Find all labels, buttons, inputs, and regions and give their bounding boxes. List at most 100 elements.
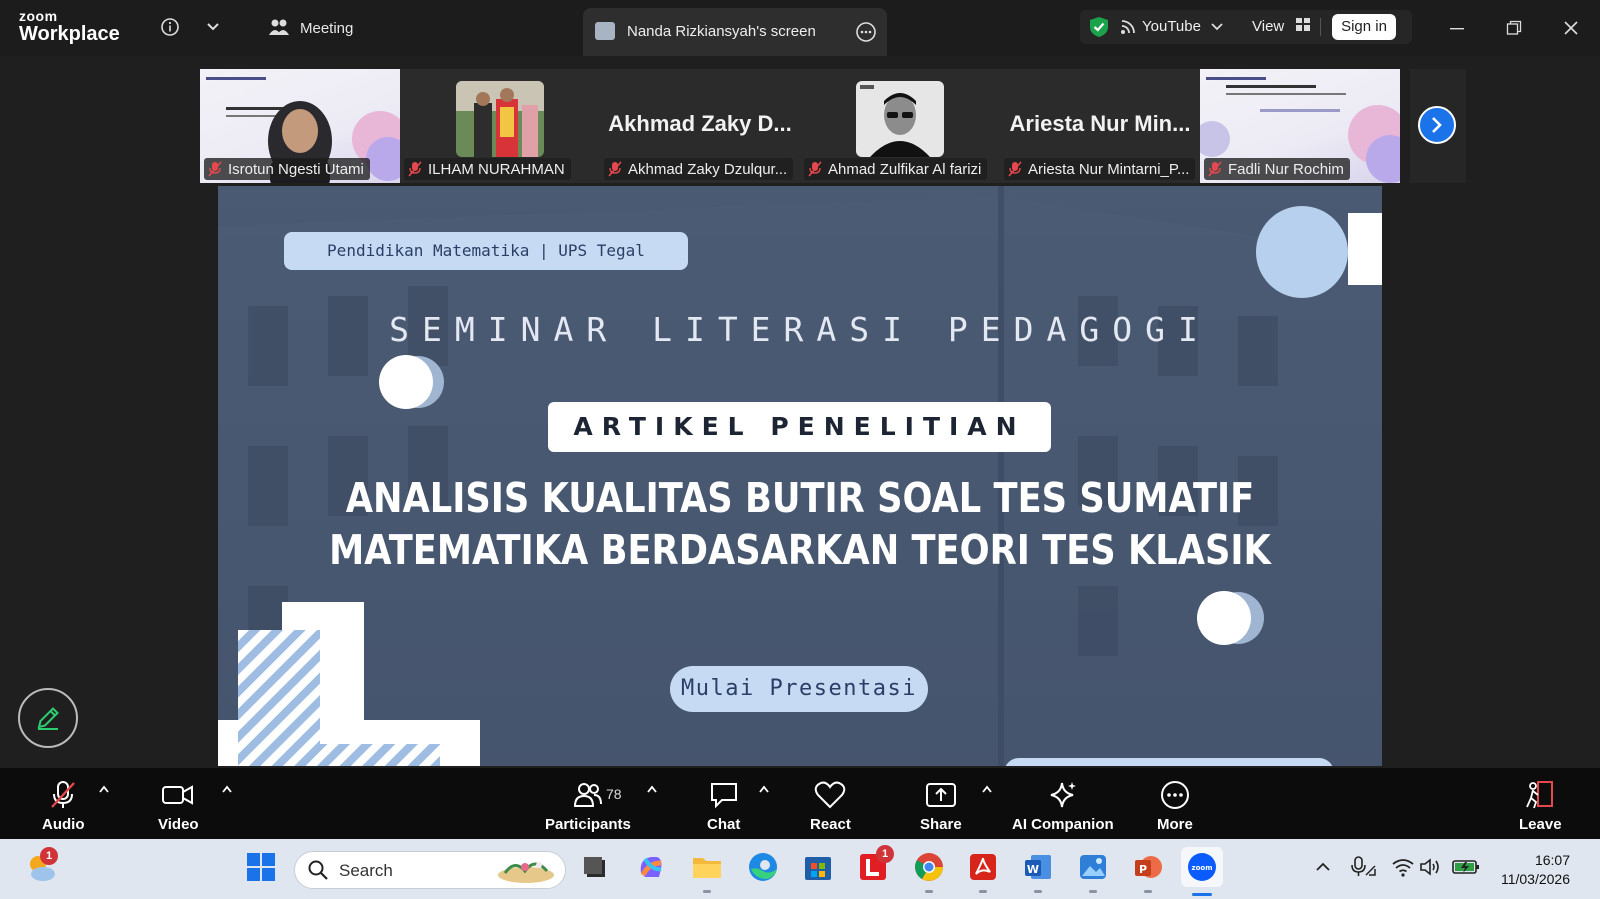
participant-tile[interactable]: Ahmad Zulfikar Al farizi [800, 69, 1000, 183]
chat-button[interactable]: Chat [707, 780, 740, 833]
clock-time: 16:07 [1534, 852, 1570, 868]
screen-share-label: Nanda Rizkiansyah's screen [627, 23, 816, 40]
participant-tile[interactable]: Akhmad Zaky D... Akhmad Zaky Dzulqur... [600, 69, 800, 183]
participant-big-name: Ariesta Nur Min... [1009, 111, 1191, 136]
edge-browser-icon[interactable] [746, 850, 780, 884]
restore-icon[interactable] [1500, 14, 1528, 42]
participants-label: Participants [545, 816, 631, 833]
divider [1320, 18, 1321, 36]
share-options-caret-icon[interactable] [981, 784, 993, 794]
copilot-icon[interactable] [634, 850, 668, 884]
video-options-caret-icon[interactable] [221, 784, 233, 794]
acrobat-icon[interactable] [966, 850, 1000, 884]
sign-in-button[interactable]: Sign in [1332, 14, 1396, 40]
system-clock[interactable]: 16:07 11/03/2026 [1501, 851, 1570, 889]
clock-date: 11/03/2026 [1500, 871, 1570, 887]
participant-name-bar: ILHAM NURAHMAN [404, 158, 571, 180]
task-view-icon[interactable] [578, 850, 612, 884]
leave-button[interactable]: Leave [1519, 780, 1562, 833]
shield-check-icon[interactable] [1088, 16, 1110, 43]
video-label: Video [158, 816, 199, 833]
department-badge: Pendidikan Matematika | UPS Tegal [284, 232, 688, 270]
participant-name-bar: Isrotun Ngesti Utami [204, 158, 370, 180]
active-app-indicator [1192, 893, 1212, 896]
participant-tile[interactable]: Ariesta Nur Min... Ariesta Nur Mintarni_… [1000, 69, 1200, 183]
annotate-button[interactable] [18, 688, 78, 748]
youtube-label: YouTube [1142, 18, 1201, 35]
more-button[interactable]: More [1157, 780, 1193, 833]
video-button[interactable]: Video [158, 780, 199, 833]
participant-tile[interactable]: Isrotun Ngesti Utami [200, 69, 400, 183]
participant-name-bar: Akhmad Zaky Dzulqur... [604, 158, 794, 180]
taskbar-search[interactable]: Search [294, 851, 566, 889]
view-button[interactable]: View [1252, 18, 1311, 35]
participants-options-caret-icon[interactable] [646, 784, 658, 794]
info-icon[interactable] [159, 16, 181, 38]
pencil-icon [37, 707, 59, 730]
participant-gallery: Isrotun Ngesti Utami ILHAM NURAHMAN Akhm… [200, 69, 1466, 183]
participants-icon [573, 783, 602, 807]
chrome-browser-icon[interactable] [912, 850, 946, 884]
heart-icon [815, 781, 846, 809]
more-options-icon[interactable] [855, 21, 877, 48]
livestream-group: YouTube View Sign in [1080, 10, 1412, 44]
word-icon[interactable]: W [1021, 850, 1055, 884]
participant-tile[interactable]: ILHAM NURAHMAN [400, 69, 600, 183]
participant-name: Isrotun Ngesti Utami [228, 160, 364, 178]
more-label: More [1157, 816, 1193, 833]
powerpoint-icon[interactable]: P [1131, 850, 1165, 884]
screen-share-tab[interactable]: Nanda Rizkiansyah's screen [583, 8, 887, 56]
chevron-down-icon[interactable] [202, 16, 224, 38]
muted-mic-icon [608, 161, 622, 177]
participant-photo [856, 81, 944, 157]
microsoft-store-icon[interactable] [801, 850, 835, 884]
participant-name-bar: Ahmad Zulfikar Al farizi [804, 158, 988, 180]
view-label: View [1252, 18, 1285, 35]
show-hidden-icons-chevron-icon[interactable] [1306, 850, 1340, 884]
battery-charging-icon[interactable] [1449, 850, 1483, 884]
running-indicator [979, 890, 987, 893]
participant-name: Fadli Nur Rochim [1228, 160, 1344, 178]
chat-options-caret-icon[interactable] [758, 784, 770, 794]
close-icon[interactable] [1557, 14, 1585, 42]
share-label: Share [920, 816, 962, 833]
minimize-icon[interactable] [1443, 14, 1471, 42]
audio-button[interactable]: Audio [42, 780, 85, 833]
running-indicator [1144, 890, 1152, 893]
logo-top-text: zoom [19, 8, 58, 24]
file-explorer-icon[interactable] [690, 850, 724, 884]
running-indicator [1034, 890, 1042, 893]
camera-icon [162, 785, 194, 805]
photos-icon[interactable] [1076, 850, 1110, 884]
react-label: React [810, 816, 851, 833]
microphone-in-use-icon[interactable] [1346, 850, 1380, 884]
chevron-down-icon [1211, 23, 1223, 31]
participant-tile[interactable]: Fadli Nur Rochim [1200, 69, 1400, 183]
muted-mic-icon [208, 161, 222, 177]
windows-start-icon[interactable] [244, 850, 278, 884]
meeting-button[interactable]: Meeting [268, 18, 353, 38]
audio-options-caret-icon[interactable] [98, 784, 110, 794]
ai-companion-button[interactable]: AI Companion [1012, 780, 1114, 833]
title-bar: zoom Workplace Meeting Nanda Rizkiansyah… [0, 0, 1600, 56]
weather-badge: 1 [40, 847, 58, 865]
chat-bubble-icon [710, 783, 737, 809]
youtube-dropdown[interactable]: YouTube [1142, 18, 1223, 35]
muted-mic-icon [808, 161, 822, 177]
slide-title-line-1: ANALISIS KUALITAS BUTIR SOAL TES SUMATIF [345, 474, 1255, 522]
svg-text:P: P [1139, 863, 1147, 876]
next-page-button[interactable] [1418, 106, 1456, 144]
search-icon [308, 860, 328, 880]
audio-label: Audio [42, 816, 85, 833]
windows-taskbar: 1 Search 1 W P zoom 16:07 11/03/2026 [0, 839, 1600, 899]
participant-name: Ariesta Nur Mintarni_P... [1028, 160, 1190, 178]
zoom-app-icon[interactable]: zoom [1181, 847, 1223, 887]
meeting-controls: Audio Video Participants 78 Chat React S… [0, 768, 1600, 839]
article-label: ARTIKEL PENELITIAN [548, 402, 1051, 452]
react-button[interactable]: React [810, 780, 851, 833]
participant-big-name: Akhmad Zaky D... [608, 111, 792, 136]
share-button[interactable]: Share [920, 780, 962, 833]
participant-name-bar: Fadli Nur Rochim [1204, 158, 1350, 180]
leave-label: Leave [1519, 816, 1562, 833]
volume-icon[interactable] [1414, 850, 1448, 884]
